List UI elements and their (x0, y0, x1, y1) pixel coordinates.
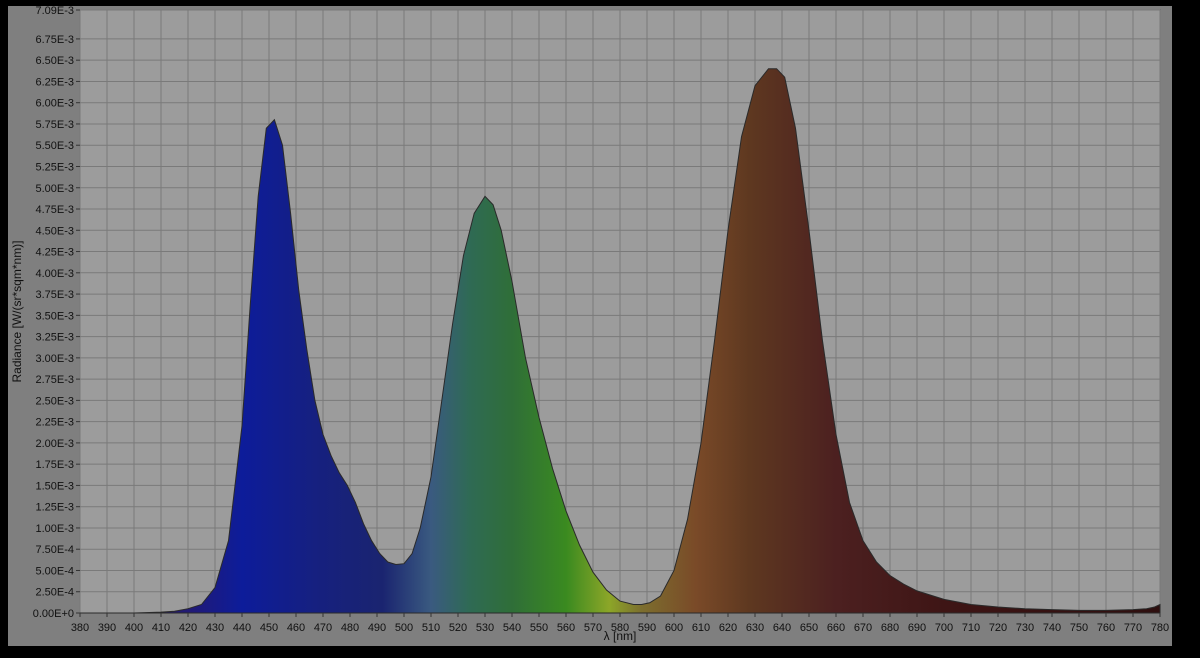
y-tick-label: 4.25E-3 (35, 247, 74, 259)
x-tick-label: 570 (584, 622, 602, 634)
x-tick-label: 380 (71, 622, 89, 634)
x-tick-label: 530 (476, 622, 494, 634)
y-tick-label: 0.00E+0 (33, 608, 74, 620)
x-tick-label: 430 (206, 622, 224, 634)
x-tick-label: 640 (773, 622, 791, 634)
y-axis-title: Radiance [W/(sr*sqm*nm)] (10, 240, 24, 382)
x-tick-label: 760 (1097, 622, 1115, 634)
y-tick-label: 6.00E-3 (35, 98, 74, 110)
x-tick-label: 710 (962, 622, 980, 634)
x-tick-label: 420 (179, 622, 197, 634)
x-tick-label: 590 (638, 622, 656, 634)
x-tick-label: 600 (665, 622, 683, 634)
x-tick-label: 730 (1016, 622, 1034, 634)
y-tick-label: 6.75E-3 (35, 34, 74, 46)
y-tick-label: 4.50E-3 (35, 225, 74, 237)
y-tick-label: 5.00E-3 (35, 183, 74, 195)
x-tick-label: 700 (935, 622, 953, 634)
x-tick-label: 610 (692, 622, 710, 634)
x-tick-label: 630 (746, 622, 764, 634)
y-tick-label: 3.50E-3 (35, 310, 74, 322)
y-tick-label: 1.50E-3 (35, 480, 74, 492)
x-tick-label: 690 (908, 622, 926, 634)
x-tick-label: 770 (1124, 622, 1142, 634)
x-tick-label: 390 (98, 622, 116, 634)
x-tick-label: 660 (827, 622, 845, 634)
x-tick-label: 460 (287, 622, 305, 634)
y-tick-label: 2.50E-3 (35, 395, 74, 407)
chart-frame: 0.00E+0 2.50E-4 5.00E-4 7.50E-4 1.00E-3 1.25E… (0, 0, 1200, 658)
x-tick-label: 470 (314, 622, 332, 634)
y-tick-label: 1.25E-3 (35, 502, 74, 514)
y-tick-label: 6.50E-3 (35, 55, 74, 67)
x-tick-label: 500 (395, 622, 413, 634)
x-tick-label: 410 (152, 622, 170, 634)
x-tick-label: 400 (125, 622, 143, 634)
y-tick-label: 5.25E-3 (35, 161, 74, 173)
x-axis-title: λ [nm] (604, 629, 637, 643)
y-tick-label: 7.09E-3 (35, 5, 74, 17)
y-tick-label: 1.75E-3 (35, 459, 74, 471)
x-tick-label: 540 (503, 622, 521, 634)
y-tick-label: 2.00E-3 (35, 438, 74, 450)
y-tick-label: 6.25E-3 (35, 76, 74, 88)
y-tick-label: 3.00E-3 (35, 353, 74, 365)
y-tick-label: 7.50E-4 (35, 544, 74, 556)
x-tick-label: 480 (341, 622, 359, 634)
x-tick-label: 720 (989, 622, 1007, 634)
y-tick-label: 5.75E-3 (35, 119, 74, 131)
x-tick-label: 450 (260, 622, 278, 634)
y-axis-ticks: 0.00E+0 2.50E-4 5.00E-4 7.50E-4 1.00E-3 1.25E… (33, 5, 80, 620)
x-tick-label: 620 (719, 622, 737, 634)
y-tick-label: 3.25E-3 (35, 332, 74, 344)
x-tick-label: 520 (449, 622, 467, 634)
x-tick-label: 670 (854, 622, 872, 634)
spectrum-chart: 0.00E+0 2.50E-4 5.00E-4 7.50E-4 1.00E-3 1.25E… (0, 0, 1200, 658)
x-tick-label: 780 (1151, 622, 1169, 634)
x-tick-label: 750 (1070, 622, 1088, 634)
y-tick-label: 5.00E-4 (35, 565, 74, 577)
y-tick-label: 2.75E-3 (35, 374, 74, 386)
x-tick-label: 560 (557, 622, 575, 634)
x-tick-label: 550 (530, 622, 548, 634)
y-tick-label: 4.75E-3 (35, 204, 74, 216)
x-tick-label: 490 (368, 622, 386, 634)
x-tick-label: 650 (800, 622, 818, 634)
x-tick-label: 740 (1043, 622, 1061, 634)
y-tick-label: 5.50E-3 (35, 140, 74, 152)
y-tick-label: 4.00E-3 (35, 268, 74, 280)
y-tick-label: 1.00E-3 (35, 523, 74, 535)
x-tick-label: 680 (881, 622, 899, 634)
y-tick-label: 3.75E-3 (35, 289, 74, 301)
x-tick-label: 510 (422, 622, 440, 634)
x-tick-label: 440 (233, 622, 251, 634)
y-tick-label: 2.25E-3 (35, 417, 74, 429)
y-tick-label: 2.50E-4 (35, 587, 74, 599)
